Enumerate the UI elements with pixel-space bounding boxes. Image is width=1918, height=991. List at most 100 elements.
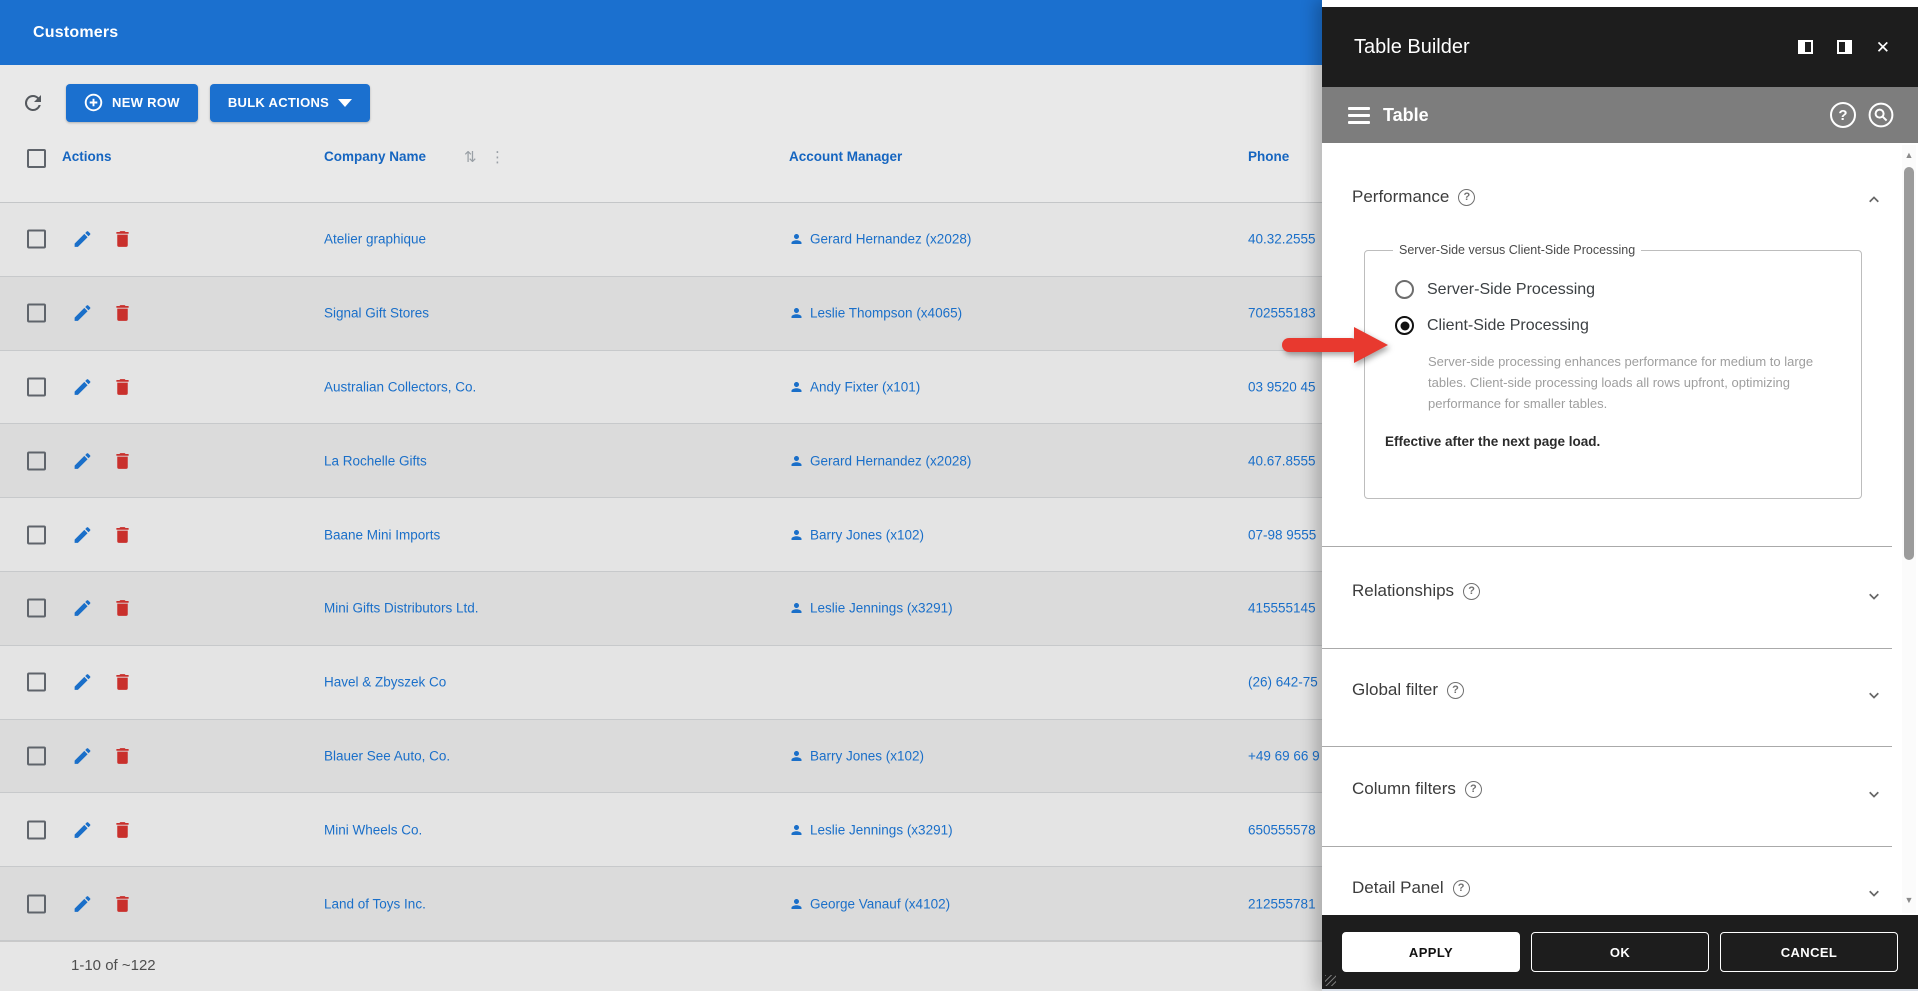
phone-link[interactable]: 40.67.8555 — [1248, 453, 1322, 468]
edit-icon[interactable] — [72, 745, 93, 766]
delete-icon[interactable] — [112, 524, 133, 545]
manager-link[interactable]: Barry Jones (x102) — [789, 527, 924, 542]
scroll-down-icon[interactable]: ▼ — [1902, 895, 1916, 905]
phone-link[interactable]: +49 69 66 9 — [1248, 748, 1322, 763]
radio-checked-icon[interactable] — [1395, 316, 1414, 335]
relationships-section-header[interactable]: Relationships ? — [1352, 581, 1480, 601]
edit-icon[interactable] — [72, 229, 93, 250]
dock-left-icon[interactable] — [1798, 40, 1813, 54]
phone-link[interactable]: 702555183 — [1248, 306, 1322, 321]
dock-right-icon[interactable] — [1837, 40, 1852, 54]
refresh-button[interactable] — [18, 88, 48, 118]
manager-link[interactable]: Gerard Hernandez (x2028) — [789, 232, 971, 247]
row-checkbox[interactable] — [27, 599, 46, 618]
company-link[interactable]: Mini Wheels Co. — [324, 822, 422, 837]
row-checkbox[interactable] — [27, 377, 46, 396]
radio-unchecked-icon[interactable] — [1395, 280, 1414, 299]
column-header-manager[interactable]: Account Manager — [789, 149, 902, 164]
new-row-button[interactable]: NEW ROW — [66, 84, 198, 122]
manager-link[interactable]: Leslie Jennings (x3291) — [789, 822, 953, 837]
global-filter-section-header[interactable]: Global filter ? — [1352, 680, 1464, 700]
help-icon[interactable]: ? — [1463, 583, 1480, 600]
help-icon[interactable]: ? — [1453, 880, 1470, 897]
edit-icon[interactable] — [72, 893, 93, 914]
panel-titlebar[interactable]: Table Builder ✕ — [1322, 7, 1918, 87]
search-icon[interactable] — [1868, 102, 1894, 128]
detail-panel-section-header[interactable]: Detail Panel ? — [1352, 878, 1470, 898]
row-checkbox[interactable] — [27, 230, 46, 249]
chevron-down-icon[interactable] — [1868, 886, 1880, 898]
resize-handle[interactable] — [1325, 975, 1336, 986]
edit-icon[interactable] — [72, 450, 93, 471]
manager-link[interactable]: Barry Jones (x102) — [789, 748, 924, 763]
row-checkbox[interactable] — [27, 525, 46, 544]
manager-link[interactable]: George Vanauf (x4102) — [789, 896, 950, 911]
delete-icon[interactable] — [112, 893, 133, 914]
delete-icon[interactable] — [112, 745, 133, 766]
phone-link[interactable]: 03 9520 45 — [1248, 379, 1322, 394]
radio-client-side[interactable]: Client-Side Processing — [1395, 316, 1841, 335]
phone-link[interactable]: 212555781 — [1248, 896, 1322, 911]
row-checkbox[interactable] — [27, 820, 46, 839]
company-link[interactable]: La Rochelle Gifts — [324, 453, 427, 468]
edit-icon[interactable] — [72, 598, 93, 619]
menu-icon[interactable] — [1348, 103, 1370, 128]
delete-icon[interactable] — [112, 376, 133, 397]
company-link[interactable]: Land of Toys Inc. — [324, 896, 426, 911]
manager-link[interactable]: Andy Fixter (x101) — [789, 379, 920, 394]
edit-icon[interactable] — [72, 376, 93, 397]
company-link[interactable]: Mini Gifts Distributors Ltd. — [324, 601, 479, 616]
delete-icon[interactable] — [112, 229, 133, 250]
chevron-down-icon[interactable] — [1868, 787, 1880, 799]
performance-section-header[interactable]: Performance ? — [1352, 187, 1475, 207]
close-icon[interactable]: ✕ — [1876, 39, 1890, 56]
bulk-actions-button[interactable]: BULK ACTIONS — [210, 84, 370, 122]
ok-button[interactable]: OK — [1531, 932, 1709, 972]
cancel-button[interactable]: CANCEL — [1720, 932, 1898, 972]
company-link[interactable]: Havel & Zbyszek Co — [324, 675, 446, 690]
manager-link[interactable]: Leslie Thompson (x4065) — [789, 306, 962, 321]
delete-icon[interactable] — [112, 303, 133, 324]
manager-link[interactable]: Leslie Jennings (x3291) — [789, 601, 953, 616]
phone-link[interactable]: (26) 642-75 — [1248, 675, 1322, 690]
delete-icon[interactable] — [112, 672, 133, 693]
column-header-company[interactable]: Company Name — [324, 149, 426, 164]
column-filters-section-header[interactable]: Column filters ? — [1352, 779, 1482, 799]
edit-icon[interactable] — [72, 303, 93, 324]
row-checkbox[interactable] — [27, 673, 46, 692]
manager-link[interactable]: Gerard Hernandez (x2028) — [789, 453, 971, 468]
row-checkbox[interactable] — [27, 894, 46, 913]
row-checkbox[interactable] — [27, 746, 46, 765]
edit-icon[interactable] — [72, 672, 93, 693]
row-checkbox[interactable] — [27, 451, 46, 470]
row-checkbox[interactable] — [27, 304, 46, 323]
help-icon[interactable]: ? — [1830, 102, 1856, 128]
sort-icon[interactable]: ⇅ — [464, 148, 477, 166]
company-link[interactable]: Baane Mini Imports — [324, 527, 440, 542]
edit-icon[interactable] — [72, 819, 93, 840]
company-link[interactable]: Blauer See Auto, Co. — [324, 748, 450, 763]
phone-link[interactable]: 415555145 — [1248, 601, 1322, 616]
help-icon[interactable]: ? — [1458, 189, 1475, 206]
scrollbar-thumb[interactable] — [1904, 167, 1914, 560]
company-link[interactable]: Signal Gift Stores — [324, 306, 429, 321]
phone-link[interactable]: 07-98 9555 — [1248, 527, 1322, 542]
delete-icon[interactable] — [112, 819, 133, 840]
help-icon[interactable]: ? — [1447, 682, 1464, 699]
panel-scrollbar[interactable]: ▲ ▼ — [1902, 145, 1916, 913]
column-header-phone[interactable]: Phone — [1248, 149, 1289, 164]
select-all-checkbox[interactable] — [27, 149, 46, 168]
chevron-down-icon[interactable] — [1868, 688, 1880, 700]
phone-link[interactable]: 40.32.2555 — [1248, 232, 1322, 247]
delete-icon[interactable] — [112, 450, 133, 471]
edit-icon[interactable] — [72, 524, 93, 545]
help-icon[interactable]: ? — [1465, 781, 1482, 798]
column-menu-icon[interactable]: ⋮ — [490, 148, 505, 166]
chevron-down-icon[interactable] — [1868, 589, 1880, 601]
phone-link[interactable]: 650555578 — [1248, 822, 1322, 837]
company-link[interactable]: Australian Collectors, Co. — [324, 379, 476, 394]
radio-server-side[interactable]: Server-Side Processing — [1395, 280, 1841, 299]
company-link[interactable]: Atelier graphique — [324, 232, 426, 247]
chevron-up-icon[interactable] — [1868, 193, 1880, 205]
scroll-up-icon[interactable]: ▲ — [1902, 150, 1916, 160]
